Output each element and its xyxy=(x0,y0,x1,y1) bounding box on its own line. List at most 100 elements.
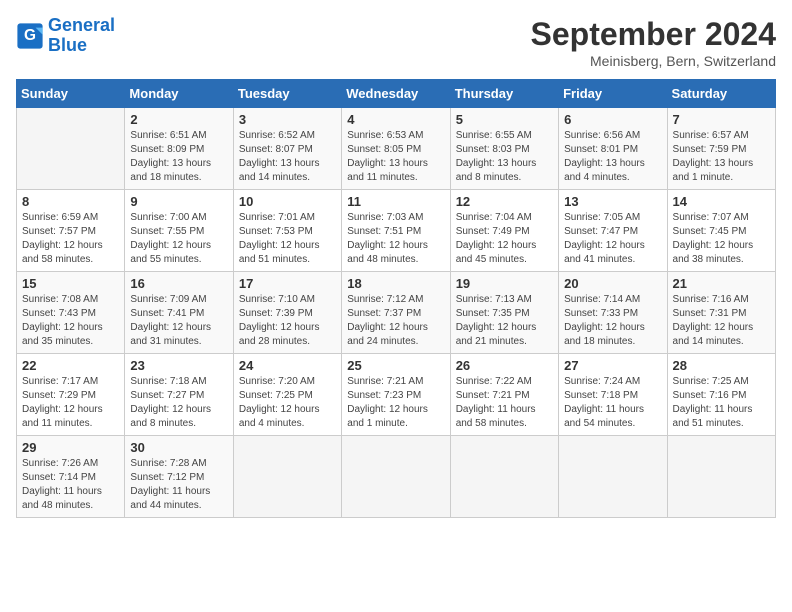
col-header-friday: Friday xyxy=(559,80,667,108)
month-title: September 2024 xyxy=(531,16,776,53)
calendar-cell xyxy=(559,436,667,518)
day-number: 26 xyxy=(456,358,553,373)
calendar-cell: 24 Sunrise: 7:20 AM Sunset: 7:25 PM Dayli… xyxy=(233,354,341,436)
day-detail: Sunrise: 7:03 AM Sunset: 7:51 PM Dayligh… xyxy=(347,211,444,267)
day-detail: Sunrise: 7:12 AM Sunset: 7:37 PM Dayligh… xyxy=(347,293,444,349)
calendar-cell: 3 Sunrise: 6:52 AM Sunset: 8:07 PM Daylig… xyxy=(233,108,341,190)
day-number: 15 xyxy=(22,276,119,291)
day-detail: Sunrise: 6:52 AM Sunset: 8:07 PM Dayligh… xyxy=(239,129,336,185)
day-number: 6 xyxy=(564,112,661,127)
logo-icon: G xyxy=(16,22,44,50)
col-header-tuesday: Tuesday xyxy=(233,80,341,108)
day-detail: Sunrise: 7:14 AM Sunset: 7:33 PM Dayligh… xyxy=(564,293,661,349)
day-number: 16 xyxy=(130,276,227,291)
day-detail: Sunrise: 7:07 AM Sunset: 7:45 PM Dayligh… xyxy=(673,211,770,267)
day-number: 8 xyxy=(22,194,119,209)
day-number: 10 xyxy=(239,194,336,209)
calendar-week-3: 15Sunrise: 7:08 AM Sunset: 7:43 PM Dayli… xyxy=(17,272,776,354)
day-detail: Sunrise: 7:25 AM Sunset: 7:16 PM Dayligh… xyxy=(673,375,770,431)
calendar-week-1: 2 Sunrise: 6:51 AM Sunset: 8:09 PM Daylig… xyxy=(17,108,776,190)
calendar-week-2: 8 Sunrise: 6:59 AM Sunset: 7:57 PM Daylig… xyxy=(17,190,776,272)
calendar-cell xyxy=(17,108,125,190)
day-number: 2 xyxy=(130,112,227,127)
day-detail: Sunrise: 7:18 AM Sunset: 7:27 PM Dayligh… xyxy=(130,375,227,431)
calendar-cell: 23 Sunrise: 7:18 AM Sunset: 7:27 PM Dayli… xyxy=(125,354,233,436)
location: Meinisberg, Bern, Switzerland xyxy=(531,53,776,69)
calendar-cell: 14 Sunrise: 7:07 AM Sunset: 7:45 PM Dayli… xyxy=(667,190,775,272)
day-number: 23 xyxy=(130,358,227,373)
calendar-cell: 21 Sunrise: 7:16 AM Sunset: 7:31 PM Dayli… xyxy=(667,272,775,354)
page-header: G General Blue September 2024 Meinisberg… xyxy=(16,16,776,69)
title-block: September 2024 Meinisberg, Bern, Switzer… xyxy=(531,16,776,69)
day-detail: Sunrise: 6:56 AM Sunset: 8:01 PM Dayligh… xyxy=(564,129,661,185)
day-detail: Sunrise: 7:16 AM Sunset: 7:31 PM Dayligh… xyxy=(673,293,770,349)
calendar-cell: 27 Sunrise: 7:24 AM Sunset: 7:18 PM Dayli… xyxy=(559,354,667,436)
day-detail: Sunrise: 7:28 AM Sunset: 7:12 PM Dayligh… xyxy=(130,457,227,513)
calendar-cell: 4Sunrise: 6:53 AM Sunset: 8:05 PM Daylig… xyxy=(342,108,450,190)
calendar-cell: 20 Sunrise: 7:14 AM Sunset: 7:33 PM Dayli… xyxy=(559,272,667,354)
day-detail: Sunrise: 6:55 AM Sunset: 8:03 PM Dayligh… xyxy=(456,129,553,185)
day-number: 14 xyxy=(673,194,770,209)
day-detail: Sunrise: 7:24 AM Sunset: 7:18 PM Dayligh… xyxy=(564,375,661,431)
day-number: 17 xyxy=(239,276,336,291)
day-detail: Sunrise: 7:22 AM Sunset: 7:21 PM Dayligh… xyxy=(456,375,553,431)
col-header-monday: Monday xyxy=(125,80,233,108)
calendar-cell: 28 Sunrise: 7:25 AM Sunset: 7:16 PM Dayli… xyxy=(667,354,775,436)
day-detail: Sunrise: 7:26 AM Sunset: 7:14 PM Dayligh… xyxy=(22,457,119,513)
day-number: 9 xyxy=(130,194,227,209)
calendar-cell: 9 Sunrise: 7:00 AM Sunset: 7:55 PM Daylig… xyxy=(125,190,233,272)
calendar-cell: 13Sunrise: 7:05 AM Sunset: 7:47 PM Dayli… xyxy=(559,190,667,272)
day-detail: Sunrise: 6:51 AM Sunset: 8:09 PM Dayligh… xyxy=(130,129,227,185)
day-number: 11 xyxy=(347,194,444,209)
day-number: 28 xyxy=(673,358,770,373)
calendar-cell: 26 Sunrise: 7:22 AM Sunset: 7:21 PM Dayli… xyxy=(450,354,558,436)
day-detail: Sunrise: 7:13 AM Sunset: 7:35 PM Dayligh… xyxy=(456,293,553,349)
day-number: 12 xyxy=(456,194,553,209)
calendar-cell xyxy=(233,436,341,518)
day-detail: Sunrise: 7:00 AM Sunset: 7:55 PM Dayligh… xyxy=(130,211,227,267)
calendar-table: SundayMondayTuesdayWednesdayThursdayFrid… xyxy=(16,79,776,518)
calendar-cell xyxy=(342,436,450,518)
day-detail: Sunrise: 7:10 AM Sunset: 7:39 PM Dayligh… xyxy=(239,293,336,349)
day-detail: Sunrise: 7:21 AM Sunset: 7:23 PM Dayligh… xyxy=(347,375,444,431)
col-header-saturday: Saturday xyxy=(667,80,775,108)
day-number: 20 xyxy=(564,276,661,291)
day-detail: Sunrise: 7:20 AM Sunset: 7:25 PM Dayligh… xyxy=(239,375,336,431)
calendar-cell: 12Sunrise: 7:04 AM Sunset: 7:49 PM Dayli… xyxy=(450,190,558,272)
calendar-cell: 5Sunrise: 6:55 AM Sunset: 8:03 PM Daylig… xyxy=(450,108,558,190)
calendar-header-row: SundayMondayTuesdayWednesdayThursdayFrid… xyxy=(17,80,776,108)
calendar-cell: 25 Sunrise: 7:21 AM Sunset: 7:23 PM Dayli… xyxy=(342,354,450,436)
calendar-cell: 8 Sunrise: 6:59 AM Sunset: 7:57 PM Daylig… xyxy=(17,190,125,272)
day-number: 29 xyxy=(22,440,119,455)
day-number: 13 xyxy=(564,194,661,209)
day-number: 21 xyxy=(673,276,770,291)
day-number: 30 xyxy=(130,440,227,455)
calendar-cell xyxy=(450,436,558,518)
calendar-cell: 16 Sunrise: 7:09 AM Sunset: 7:41 PM Dayli… xyxy=(125,272,233,354)
day-detail: Sunrise: 6:59 AM Sunset: 7:57 PM Dayligh… xyxy=(22,211,119,267)
calendar-cell: 2 Sunrise: 6:51 AM Sunset: 8:09 PM Daylig… xyxy=(125,108,233,190)
calendar-cell: 7 Sunrise: 6:57 AM Sunset: 7:59 PM Daylig… xyxy=(667,108,775,190)
col-header-sunday: Sunday xyxy=(17,80,125,108)
calendar-cell: 10 Sunrise: 7:01 AM Sunset: 7:53 PM Dayli… xyxy=(233,190,341,272)
calendar-cell: 22Sunrise: 7:17 AM Sunset: 7:29 PM Dayli… xyxy=(17,354,125,436)
calendar-week-5: 29 Sunrise: 7:26 AM Sunset: 7:14 PM Dayli… xyxy=(17,436,776,518)
day-detail: Sunrise: 7:01 AM Sunset: 7:53 PM Dayligh… xyxy=(239,211,336,267)
calendar-cell: 17 Sunrise: 7:10 AM Sunset: 7:39 PM Dayli… xyxy=(233,272,341,354)
day-detail: Sunrise: 6:53 AM Sunset: 8:05 PM Dayligh… xyxy=(347,129,444,185)
col-header-thursday: Thursday xyxy=(450,80,558,108)
logo: G General Blue xyxy=(16,16,115,56)
day-number: 7 xyxy=(673,112,770,127)
day-detail: Sunrise: 7:17 AM Sunset: 7:29 PM Dayligh… xyxy=(22,375,119,431)
calendar-cell xyxy=(667,436,775,518)
day-detail: Sunrise: 7:09 AM Sunset: 7:41 PM Dayligh… xyxy=(130,293,227,349)
day-number: 27 xyxy=(564,358,661,373)
day-number: 3 xyxy=(239,112,336,127)
day-detail: Sunrise: 6:57 AM Sunset: 7:59 PM Dayligh… xyxy=(673,129,770,185)
day-number: 25 xyxy=(347,358,444,373)
day-number: 19 xyxy=(456,276,553,291)
svg-text:G: G xyxy=(24,27,36,44)
calendar-cell: 18Sunrise: 7:12 AM Sunset: 7:37 PM Dayli… xyxy=(342,272,450,354)
day-number: 24 xyxy=(239,358,336,373)
calendar-cell: 29 Sunrise: 7:26 AM Sunset: 7:14 PM Dayli… xyxy=(17,436,125,518)
